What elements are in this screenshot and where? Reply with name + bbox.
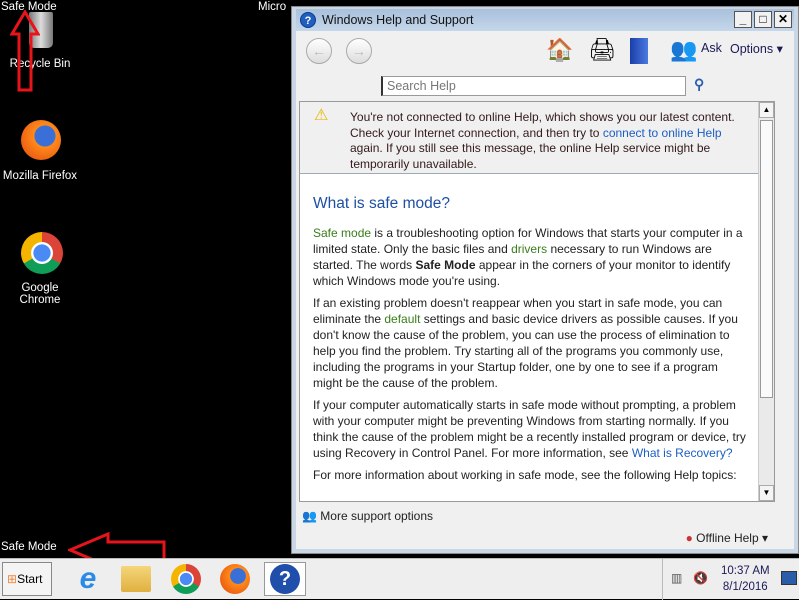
scroll-thumb[interactable] xyxy=(760,120,773,398)
firefox-icon xyxy=(17,120,63,166)
connect-online-link[interactable]: connect to online Help xyxy=(603,126,722,140)
article-heading: What is safe mode? xyxy=(313,195,450,212)
time: 10:37 AM xyxy=(721,565,770,577)
more-support-label: More support options xyxy=(320,509,434,523)
search-icon[interactable]: ⚲ xyxy=(694,76,704,93)
icon-label: Mozilla Firefox xyxy=(2,170,78,182)
glossary-safe-mode[interactable]: Safe mode xyxy=(313,226,371,240)
safe-mode-label-bottom-left: Safe Mode xyxy=(1,541,57,553)
taskbar-help-icon[interactable]: ? xyxy=(264,562,306,596)
ask-button[interactable]: Ask xyxy=(701,41,722,55)
minimize-button[interactable]: _ xyxy=(734,11,752,28)
desktop-icon-firefox[interactable]: Mozilla Firefox xyxy=(0,120,80,182)
scroll-down-button[interactable]: ▼ xyxy=(759,485,774,501)
browse-help-icon[interactable] xyxy=(630,38,648,64)
window-title: Windows Help and Support xyxy=(322,13,474,27)
back-button[interactable]: ← xyxy=(306,38,332,64)
paragraph: Safe mode is a troubleshooting option fo… xyxy=(313,225,750,289)
taskbar-explorer-icon[interactable] xyxy=(116,562,156,596)
clock[interactable]: 10:37 AM 8/1/2016 xyxy=(721,563,770,595)
volume-muted-icon[interactable]: 🔇 xyxy=(693,571,708,585)
title-bar[interactable]: ? Windows Help and Support _ □ ✕ xyxy=(296,9,794,31)
scrollbar[interactable]: ▲ ▼ xyxy=(758,102,774,501)
scroll-up-button[interactable]: ▲ xyxy=(759,102,774,118)
icon-label: Google Chrome xyxy=(19,282,61,306)
what-is-recovery-link[interactable]: What is Recovery? xyxy=(632,446,733,460)
glossary-drivers[interactable]: drivers xyxy=(511,242,547,256)
windows-logo-icon: ⊞ xyxy=(7,572,18,586)
ask-icon[interactable]: 👥 xyxy=(670,37,697,63)
taskbar-ie-icon[interactable]: e xyxy=(68,562,108,596)
article: What is safe mode? Safe mode is a troubl… xyxy=(300,194,774,483)
options-button[interactable]: Options ▾ xyxy=(730,41,783,56)
system-tray: ▥ 🔇 10:37 AM 8/1/2016 xyxy=(662,559,799,600)
more-support-options[interactable]: 👥 More support options xyxy=(302,509,433,523)
taskbar: ⊞Start e ? ▥ 🔇 10:37 AM 8/1/2016 xyxy=(0,558,799,600)
paragraph: If an existing problem doesn't reappear … xyxy=(313,295,750,391)
maximize-button[interactable]: □ xyxy=(754,11,772,28)
content-pane: ⚠ You're not connected to online Help, w… xyxy=(299,101,775,502)
start-button[interactable]: ⊞Start xyxy=(2,562,52,596)
glossary-default[interactable]: default xyxy=(384,312,420,326)
offline-help-button[interactable]: ● Offline Help ▾ xyxy=(686,531,768,545)
show-desktop-button[interactable] xyxy=(781,571,797,585)
home-icon[interactable]: 🏠 xyxy=(546,37,573,63)
options-label: Options xyxy=(730,42,774,56)
taskbar-chrome-icon[interactable] xyxy=(166,562,206,596)
print-icon[interactable]: 🖨 xyxy=(588,37,616,63)
safe-mode-label-top-right: Micro xyxy=(258,1,287,13)
warning-icon: ⚠ xyxy=(314,107,329,124)
search-input[interactable]: Search Help xyxy=(381,76,686,96)
help-window: ? Windows Help and Support _ □ ✕ ← → 🏠 🖨 👥… xyxy=(291,6,799,554)
paragraph: If your computer automatically starts in… xyxy=(313,397,750,461)
taskbar-firefox-icon[interactable] xyxy=(215,562,255,596)
offline-warning: ⚠ You're not connected to online Help, w… xyxy=(300,102,774,174)
support-icon: 👥 xyxy=(302,509,317,523)
help-icon: ? xyxy=(300,12,316,28)
chevron-down-icon: ▾ xyxy=(776,42,783,56)
offline-globe-icon: ● xyxy=(685,531,693,545)
network-icon[interactable]: ▥ xyxy=(671,571,682,585)
red-arrow-up xyxy=(10,10,40,92)
start-label: Start xyxy=(17,572,43,586)
date: 8/1/2016 xyxy=(722,581,768,593)
chrome-icon xyxy=(17,232,63,278)
desktop-icon-chrome[interactable]: Google Chrome xyxy=(0,232,80,306)
paragraph: For more information about working in sa… xyxy=(313,468,737,482)
close-button[interactable]: ✕ xyxy=(774,11,792,28)
forward-button[interactable]: → xyxy=(346,38,372,64)
text: Safe Mode xyxy=(415,258,476,272)
warning-text: again. If you still see this message, th… xyxy=(350,141,711,171)
offline-help-label: Offline Help xyxy=(696,531,759,545)
